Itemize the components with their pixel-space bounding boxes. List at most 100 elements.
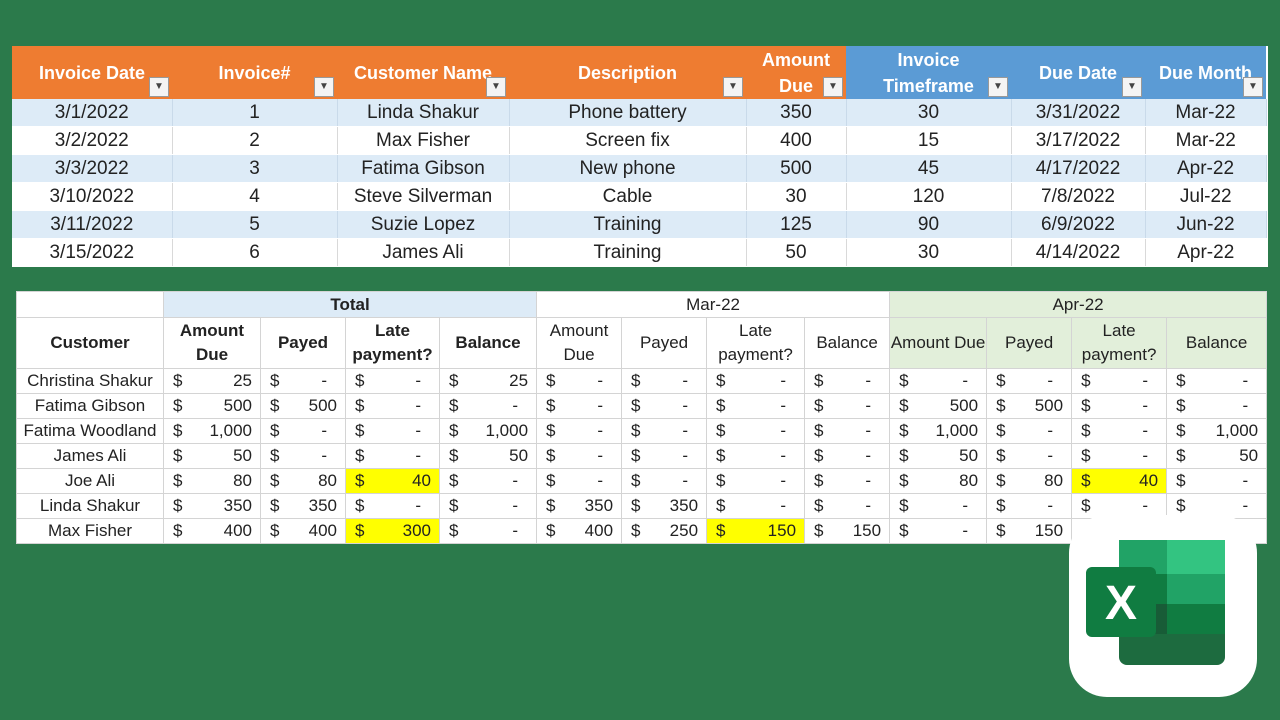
invoice-cell[interactable]: 5 [172, 210, 338, 239]
customer-name-cell[interactable]: James Ali [16, 443, 164, 469]
amount-cell[interactable]: $500 [260, 393, 346, 419]
amount-cell[interactable]: $50 [1166, 443, 1268, 469]
invoice-cell[interactable]: Training [509, 238, 747, 267]
invoice-header-3[interactable]: Description ▼ [509, 46, 746, 99]
amount-cell[interactable]: $ - [986, 368, 1073, 394]
invoice-cell[interactable]: 3/3/2022 [12, 154, 173, 183]
amount-cell[interactable]: $ - [804, 368, 891, 394]
invoice-header-4[interactable]: Amount Due ▼ [746, 46, 846, 99]
amount-cell[interactable]: $1,000 [438, 418, 538, 444]
amount-cell[interactable]: $ - [345, 443, 440, 469]
amount-cell[interactable]: $1,000 [889, 418, 988, 444]
amount-cell[interactable]: $25 [438, 368, 538, 394]
amount-cell[interactable]: $ - [260, 368, 346, 394]
amount-cell[interactable]: $80 [986, 468, 1073, 494]
invoice-cell[interactable]: 1 [172, 99, 338, 127]
amount-cell[interactable]: $ - [889, 368, 988, 394]
amount-cell[interactable]: $150 [804, 518, 891, 544]
filter-dropdown-icon[interactable]: ▼ [1122, 77, 1142, 97]
amount-cell[interactable]: $40 [1071, 468, 1168, 494]
amount-cell[interactable]: $1,000 [163, 418, 261, 444]
amount-cell[interactable]: $ - [438, 468, 538, 494]
amount-cell[interactable]: $ - [804, 443, 891, 469]
invoice-cell[interactable]: Steve Silverman [337, 182, 510, 211]
amount-cell[interactable]: $ - [536, 393, 623, 419]
amount-cell[interactable]: $ - [986, 418, 1073, 444]
invoice-cell[interactable]: 3/11/2022 [12, 210, 173, 239]
amount-cell[interactable]: $350 [163, 493, 261, 519]
amount-cell[interactable]: $350 [621, 493, 708, 519]
filter-dropdown-icon[interactable]: ▼ [149, 77, 169, 97]
filter-dropdown-icon[interactable]: ▼ [1243, 77, 1263, 97]
amount-cell[interactable]: $ - [621, 368, 708, 394]
invoice-cell[interactable]: 90 [846, 210, 1012, 239]
amount-cell[interactable]: $80 [889, 468, 988, 494]
invoice-cell[interactable]: 3/1/2022 [12, 99, 173, 127]
invoice-cell[interactable]: 3/10/2022 [12, 182, 173, 211]
amount-cell[interactable]: $50 [889, 443, 988, 469]
amount-cell[interactable]: $ - [438, 393, 538, 419]
invoice-cell[interactable]: 4 [172, 182, 338, 211]
amount-cell[interactable]: $ - [536, 468, 623, 494]
amount-cell[interactable]: $500 [163, 393, 261, 419]
amount-cell[interactable]: $ - [536, 443, 623, 469]
invoice-cell[interactable]: 3/2/2022 [12, 126, 173, 155]
amount-cell[interactable]: $ - [260, 418, 346, 444]
invoice-cell[interactable]: 350 [746, 99, 847, 127]
amount-cell[interactable]: $300 [345, 518, 440, 544]
amount-cell[interactable]: $ - [345, 493, 440, 519]
invoice-cell[interactable]: 45 [846, 154, 1012, 183]
invoice-cell[interactable]: 125 [746, 210, 847, 239]
amount-cell[interactable]: $400 [536, 518, 623, 544]
invoice-cell[interactable]: 120 [846, 182, 1012, 211]
invoice-cell[interactable]: Linda Shakur [337, 99, 510, 127]
amount-cell[interactable]: $ - [804, 468, 891, 494]
invoice-cell[interactable]: 500 [746, 154, 847, 183]
invoice-cell[interactable]: Training [509, 210, 747, 239]
amount-cell[interactable]: $80 [163, 468, 261, 494]
amount-cell[interactable]: $ - [1071, 393, 1168, 419]
amount-cell[interactable]: $ - [986, 493, 1073, 519]
amount-cell[interactable]: $ - [345, 418, 440, 444]
invoice-cell[interactable]: Jun-22 [1145, 210, 1267, 239]
invoice-header-7[interactable]: Due Month ▼ [1145, 46, 1266, 99]
amount-cell[interactable]: $ - [804, 418, 891, 444]
amount-cell[interactable]: $ - [1166, 468, 1268, 494]
invoice-cell[interactable]: Apr-22 [1145, 238, 1266, 267]
invoice-cell[interactable]: Mar-22 [1145, 99, 1267, 127]
amount-cell[interactable]: $ - [260, 443, 346, 469]
invoice-header-6[interactable]: Due Date ▼ [1011, 46, 1145, 99]
customer-name-cell[interactable]: Fatima Gibson [16, 393, 164, 419]
amount-cell[interactable]: $250 [621, 518, 708, 544]
invoice-header-2[interactable]: Customer Name ▼ [337, 46, 509, 99]
amount-cell[interactable]: $350 [260, 493, 346, 519]
invoice-cell[interactable]: New phone [509, 154, 747, 183]
amount-cell[interactable]: $ - [536, 368, 623, 394]
amount-cell[interactable]: $80 [260, 468, 346, 494]
invoice-cell[interactable]: 30 [846, 238, 1012, 267]
invoice-cell[interactable]: 3/31/2022 [1011, 99, 1146, 127]
amount-cell[interactable]: $1,000 [1166, 418, 1268, 444]
amount-cell[interactable]: $ - [706, 368, 806, 394]
customer-name-cell[interactable]: Linda Shakur [16, 493, 164, 519]
invoice-cell[interactable]: 2 [172, 126, 338, 155]
invoice-cell[interactable]: 6/9/2022 [1011, 210, 1146, 239]
invoice-cell[interactable]: Cable [509, 182, 747, 211]
invoice-cell[interactable]: 400 [746, 126, 847, 155]
filter-dropdown-icon[interactable]: ▼ [823, 77, 843, 97]
amount-cell[interactable]: $ - [621, 393, 708, 419]
amount-cell[interactable]: $ - [706, 443, 806, 469]
amount-cell[interactable]: $ - [1071, 418, 1168, 444]
amount-cell[interactable]: $ - [706, 468, 806, 494]
amount-cell[interactable]: $ - [1166, 393, 1268, 419]
amount-cell[interactable]: $150 [986, 518, 1073, 544]
invoice-cell[interactable]: Jul-22 [1145, 182, 1266, 211]
invoice-header-0[interactable]: Invoice Date ▼ [12, 46, 172, 99]
amount-cell[interactable]: $ - [1071, 368, 1168, 394]
amount-cell[interactable]: $50 [163, 443, 261, 469]
amount-cell[interactable]: $150 [706, 518, 806, 544]
amount-cell[interactable]: $ - [621, 418, 708, 444]
amount-cell[interactable]: $ - [621, 443, 708, 469]
customer-name-cell[interactable]: Max Fisher [16, 518, 164, 544]
amount-cell[interactable]: $40 [345, 468, 440, 494]
